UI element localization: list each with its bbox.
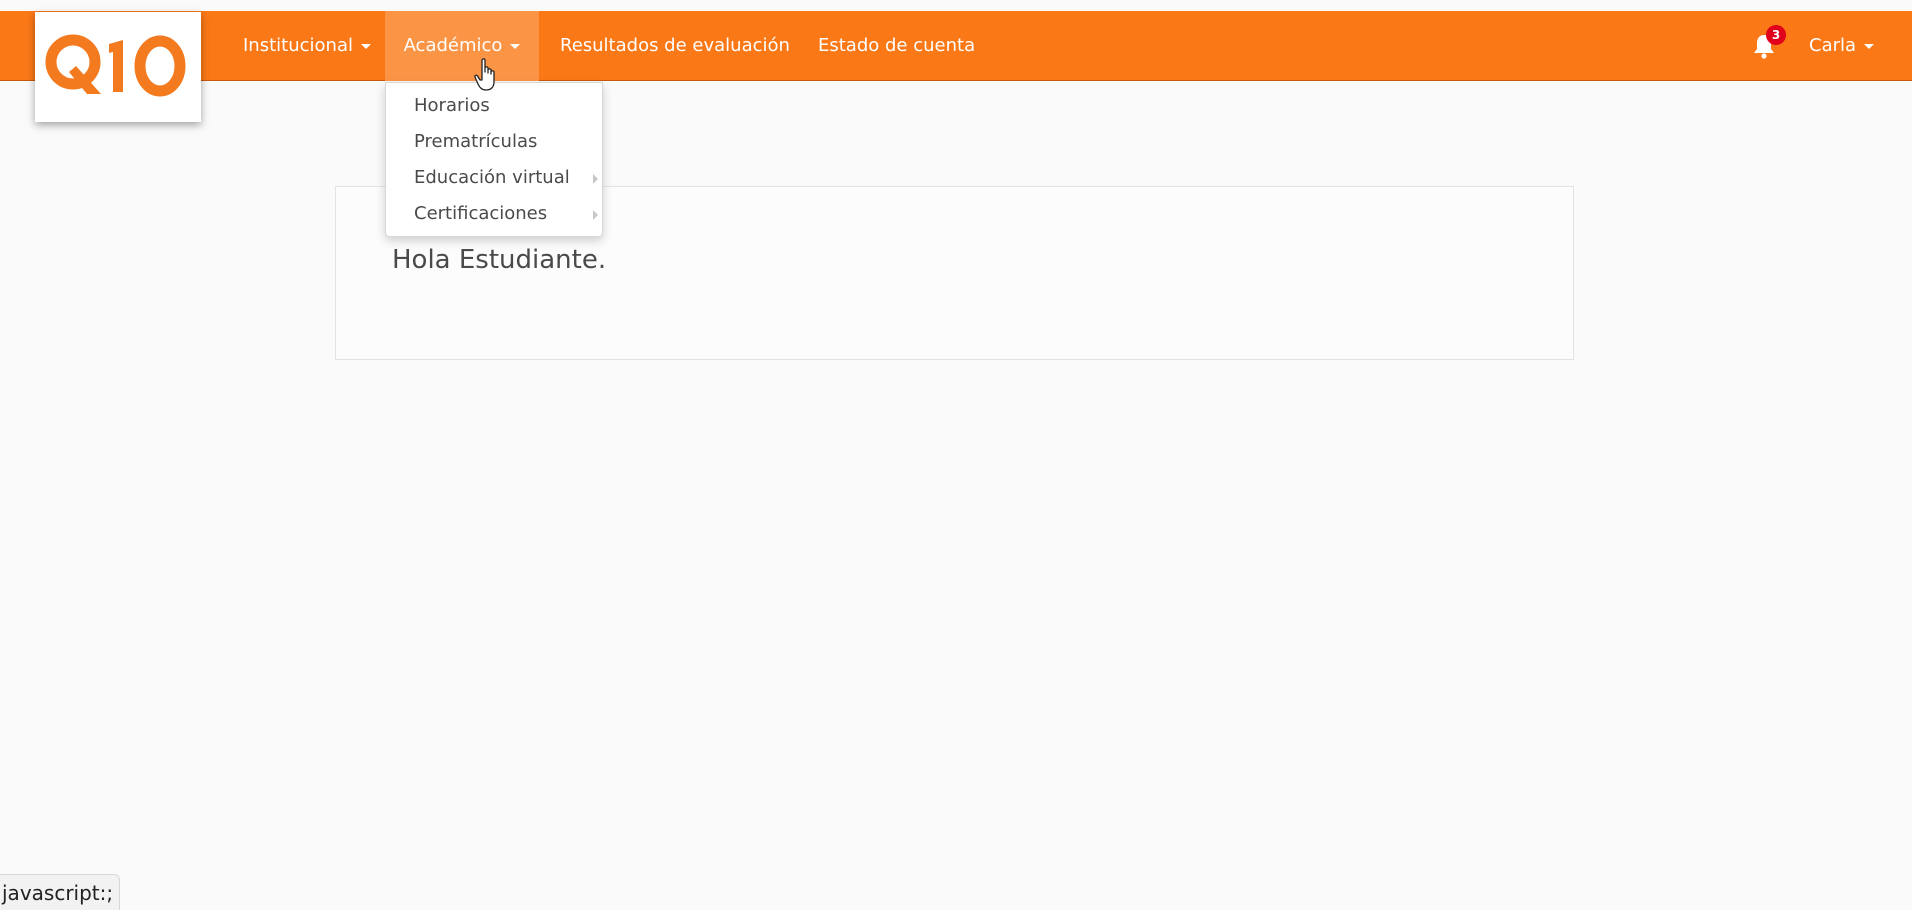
dropdown-item-label: Educación virtual bbox=[414, 167, 570, 188]
user-name: Carla bbox=[1809, 35, 1857, 56]
caret-down-icon bbox=[510, 43, 521, 49]
dropdown-item-label: Prematrículas bbox=[414, 131, 538, 152]
hand-cursor-icon bbox=[474, 58, 495, 91]
logo[interactable] bbox=[35, 12, 201, 122]
chevron-right-icon bbox=[593, 210, 598, 220]
user-menu[interactable]: Carla bbox=[1809, 11, 1875, 81]
notification-badge: 3 bbox=[1766, 25, 1786, 45]
bottom-strip bbox=[0, 910, 1912, 916]
dropdown-item-label: Certificaciones bbox=[414, 203, 548, 224]
nav-item-institucional[interactable]: Institucional bbox=[243, 11, 371, 81]
top-strip bbox=[0, 0, 1912, 11]
status-bar: javascript:; bbox=[0, 874, 121, 911]
nav-item-label: Institucional bbox=[243, 35, 353, 56]
dropdown-item-educacion-virtual[interactable]: Educación virtual bbox=[414, 160, 598, 196]
chevron-right-icon bbox=[593, 174, 598, 184]
nav-item-label: Resultados de evaluación bbox=[560, 35, 790, 56]
q10-logo-icon bbox=[45, 34, 186, 97]
greeting-text: Hola Estudiante. bbox=[392, 245, 607, 275]
dropdown-item-certificaciones[interactable]: Certificaciones bbox=[414, 196, 598, 232]
caret-down-icon bbox=[360, 43, 371, 49]
nav-item-academico[interactable]: Académico bbox=[385, 11, 539, 81]
dropdown-item-label: Horarios bbox=[414, 95, 490, 116]
dropdown-item-prematriculas[interactable]: Prematrículas bbox=[414, 124, 594, 160]
page: Institucional Académico Resultados de ev… bbox=[0, 0, 1912, 916]
nav-item-estado-cuenta[interactable]: Estado de cuenta bbox=[818, 11, 975, 81]
academico-dropdown-menu: Horarios Prematrículas Educación virtual… bbox=[385, 82, 603, 237]
caret-down-icon bbox=[1864, 43, 1875, 49]
nav-item-label: Estado de cuenta bbox=[818, 35, 976, 56]
nav-item-resultados[interactable]: Resultados de evaluación bbox=[560, 11, 790, 81]
dropdown-item-horarios[interactable]: Horarios bbox=[414, 88, 594, 124]
nav-item-label: Académico bbox=[403, 35, 503, 56]
